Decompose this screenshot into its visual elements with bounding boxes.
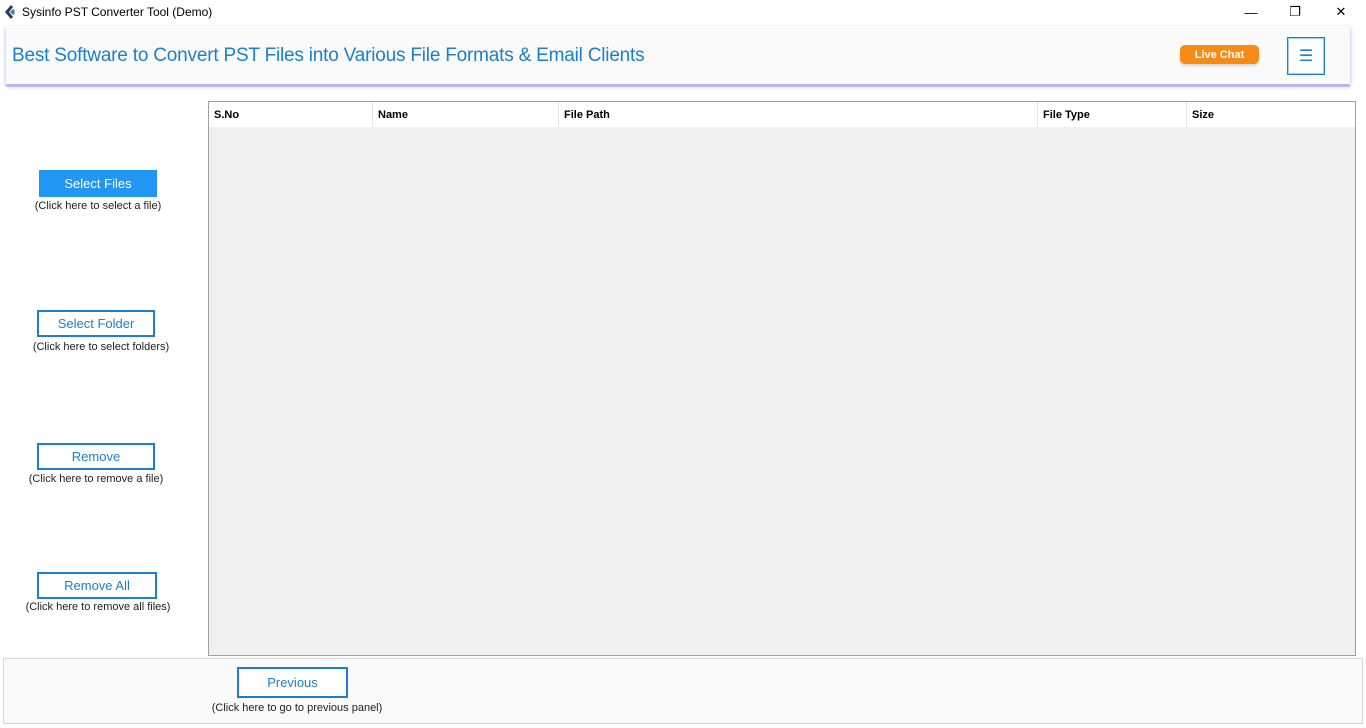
previous-button[interactable]: Previous xyxy=(237,667,348,698)
close-icon: ✕ xyxy=(1335,4,1347,19)
menu-button[interactable]: ☰ xyxy=(1287,37,1325,75)
column-header-name[interactable]: Name xyxy=(373,102,559,127)
header-banner: Best Software to Convert PST Files into … xyxy=(6,26,1350,84)
column-header-size[interactable]: Size xyxy=(1187,102,1355,127)
select-folder-hint: (Click here to select folders) xyxy=(32,341,170,353)
remove-all-button[interactable]: Remove All xyxy=(37,572,157,599)
app-logo-icon xyxy=(5,5,15,19)
close-button[interactable]: ✕ xyxy=(1318,0,1364,24)
live-chat-button[interactable]: Live Chat xyxy=(1180,45,1259,64)
maximize-button[interactable]: ❐ xyxy=(1272,0,1318,24)
minimize-icon: — xyxy=(1244,4,1258,20)
select-folder-button[interactable]: Select Folder xyxy=(37,310,155,337)
bottom-panel xyxy=(3,658,1363,724)
column-header-file-type[interactable]: File Type xyxy=(1038,102,1187,127)
remove-button[interactable]: Remove xyxy=(37,443,155,470)
column-header-file-path[interactable]: File Path xyxy=(559,102,1038,127)
column-header-sno[interactable]: S.No xyxy=(209,102,373,127)
header-title: Best Software to Convert PST Files into … xyxy=(12,45,645,66)
select-files-hint: (Click here to select a file) xyxy=(34,200,162,212)
hamburger-icon: ☰ xyxy=(1298,48,1314,65)
file-list-table[interactable]: S.No Name File Path File Type Size xyxy=(208,101,1356,656)
minimize-button[interactable]: — xyxy=(1228,0,1274,24)
remove-hint: (Click here to remove a file) xyxy=(28,473,164,485)
select-files-button[interactable]: Select Files xyxy=(39,170,157,197)
window-titlebar: Sysinfo PST Converter Tool (Demo) — ❐ ✕ xyxy=(0,0,1366,24)
maximize-icon: ❐ xyxy=(1289,4,1301,19)
table-header-row: S.No Name File Path File Type Size xyxy=(209,102,1355,127)
remove-all-hint: (Click here to remove all files) xyxy=(25,601,171,613)
previous-hint: (Click here to go to previous panel) xyxy=(211,702,383,714)
window-title: Sysinfo PST Converter Tool (Demo) xyxy=(22,5,213,19)
